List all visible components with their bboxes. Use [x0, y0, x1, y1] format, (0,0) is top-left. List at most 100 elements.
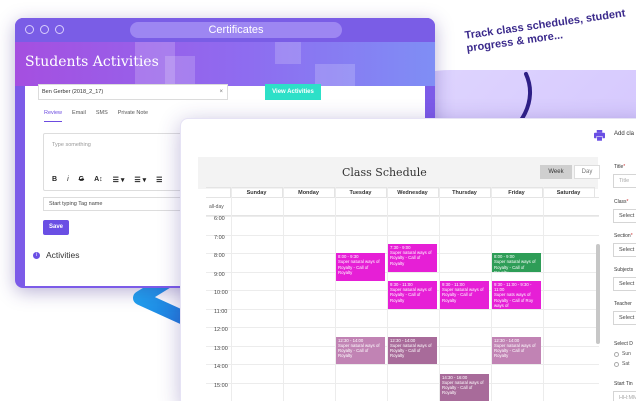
- class-label: Class*: [614, 199, 629, 205]
- title-bar: Certificates: [15, 18, 435, 42]
- hour-label: 15:00: [214, 382, 228, 389]
- student-select-value: Ben Gerber (2018_2_17): [42, 89, 104, 95]
- hour-row: 15:00: [206, 382, 599, 401]
- day-header-friday: Friday: [491, 187, 543, 197]
- event-title: Super natural ways of Royalty - Call of …: [494, 342, 536, 359]
- printer-icon[interactable]: [594, 130, 605, 141]
- hour-label: 9:00: [214, 271, 225, 278]
- italic-icon[interactable]: i: [67, 176, 69, 184]
- add-class-heading: Add cla: [614, 131, 635, 137]
- hour-label: 6:00: [214, 216, 225, 222]
- day-option-sat[interactable]: Sat: [614, 361, 630, 367]
- subjects-select[interactable]: Select: [613, 277, 636, 291]
- event-title: Super natural ways of Royalty - Call of …: [494, 259, 536, 271]
- schedule-event[interactable]: 12:30 - 14:00 Super natural ways of Royal…: [492, 336, 541, 365]
- hour-label: 11:00: [214, 308, 228, 315]
- ordered-list-icon[interactable]: ☰ ▾: [113, 176, 125, 184]
- activity-tabs: Review Email SMS Private Note: [44, 110, 148, 122]
- schedule-scrollbar[interactable]: [596, 244, 600, 344]
- select-days-label: Select D: [614, 341, 633, 347]
- text-size-icon[interactable]: A↕: [94, 176, 103, 184]
- hour-row: 11:00: [206, 308, 599, 327]
- hour-label: 8:00: [214, 253, 225, 259]
- students-header: Students Activities: [15, 42, 435, 86]
- radio-icon: [614, 361, 619, 367]
- day-header-saturday: Saturday: [543, 187, 595, 197]
- event-title: Super nats ways of Royalty - Call of Roy…: [494, 292, 534, 308]
- note-editor[interactable]: Type something B i G A↕ ☰ ▾ ☰ ▾ ☰: [43, 133, 193, 191]
- schedule-event[interactable]: 8:00 - 9:30 Super natural ways of Royalty…: [336, 253, 385, 281]
- schedule-event[interactable]: 12:30 - 14:00 Super natural ways of Royal…: [388, 336, 437, 365]
- tab-email[interactable]: Email: [72, 110, 86, 122]
- strikethrough-icon[interactable]: G: [79, 176, 84, 184]
- event-title: Super natural ways of Royalty - Call of …: [390, 342, 432, 359]
- start-time-input[interactable]: HH:MM: [613, 391, 636, 401]
- student-select[interactable]: Ben Gerber (2018_2_17) ×: [38, 84, 228, 100]
- editor-placeholder: Type something: [52, 142, 91, 148]
- event-title: Super natural ways of Royalty - Call of …: [390, 287, 432, 303]
- schedule-event[interactable]: 9:30 - 11:00 Super natural ways of Royalt…: [388, 281, 437, 309]
- schedule-event[interactable]: 7:30 - 9:00 Super natural ways of Royalty…: [388, 244, 437, 272]
- minimize-window-button[interactable]: [40, 25, 49, 34]
- section-select[interactable]: Select: [613, 243, 636, 257]
- hour-label: 13:00: [214, 345, 228, 352]
- hour-row: 14:00: [206, 364, 599, 382]
- view-activities-button[interactable]: View Activities: [265, 84, 321, 100]
- schedule-event[interactable]: 8:00 - 9:00 Super natural ways of Royalty…: [492, 253, 541, 272]
- schedule-title: Class Schedule: [342, 166, 427, 179]
- students-title: Students Activities: [25, 54, 159, 70]
- hour-label: 14:00: [214, 364, 228, 370]
- event-title: Super natural ways of Royalty - Call of …: [338, 342, 380, 359]
- window-title: Certificates: [130, 22, 342, 38]
- schedule-event[interactable]: 9:30 - 11:00 - 9:30 - 11:00 Super nats wa…: [492, 281, 541, 309]
- schedule-event[interactable]: 12:30 - 14:00 Super natural ways of Royal…: [336, 336, 385, 365]
- day-header-spacer: [206, 187, 231, 197]
- tab-review[interactable]: Review: [44, 110, 63, 122]
- allday-row: all-day: [206, 197, 599, 216]
- close-window-button[interactable]: [25, 25, 34, 34]
- day-header-wednesday: Wednesday: [387, 187, 439, 197]
- teachers-select[interactable]: Select: [613, 311, 636, 325]
- event-title: Super natural ways of Royalty - Call of …: [390, 250, 432, 266]
- unordered-list-icon[interactable]: ☰ ▾: [134, 176, 146, 184]
- bold-icon[interactable]: B: [52, 176, 57, 184]
- schedule-event[interactable]: 14:30 - 16:00 Super natural ways of Royal…: [440, 373, 489, 401]
- subjects-label: Subjects: [614, 267, 634, 273]
- day-view-button[interactable]: Day: [574, 165, 600, 179]
- info-icon: i: [33, 251, 40, 259]
- event-time: 9:30 - 11:00 - 9:30 - 11:00: [494, 282, 532, 293]
- event-title: Super natural ways of Royalty - Call of …: [442, 287, 484, 303]
- radio-icon: [614, 351, 619, 357]
- class-schedule-window: Class Schedule Week Day all-day Sunday Mo…: [180, 118, 636, 401]
- tag-input[interactable]: Start typing Tag name: [43, 197, 193, 211]
- start-time-label: Start Tin: [614, 381, 633, 387]
- day-option-sun[interactable]: Sun: [614, 351, 631, 357]
- align-icon[interactable]: ☰: [156, 176, 162, 184]
- editor-toolbar: B i G A↕ ☰ ▾ ☰ ▾ ☰: [52, 176, 162, 184]
- title-input[interactable]: Title: [613, 174, 636, 188]
- schedule-grid: all-day Sunday Monday Tuesday Wednesday Thur…: [206, 187, 599, 401]
- event-title: Super natural ways of Royalty - Call of …: [442, 379, 484, 396]
- class-select[interactable]: Select: [613, 209, 636, 223]
- hour-label: 10:00: [214, 290, 228, 296]
- day-header-sunday: Sunday: [231, 187, 283, 197]
- teachers-label: Teacher: [614, 301, 632, 307]
- hour-row: 6:00: [206, 216, 599, 234]
- day-header-monday: Monday: [283, 187, 335, 197]
- day-header-tuesday: Tuesday: [335, 187, 387, 197]
- day-header-thursday: Thursday: [439, 187, 491, 197]
- maximize-window-button[interactable]: [55, 25, 64, 34]
- clear-icon[interactable]: ×: [219, 85, 223, 99]
- save-button[interactable]: Save: [43, 220, 69, 235]
- schedule-event[interactable]: 9:30 - 11:00 Super natural ways of Royalt…: [440, 281, 489, 309]
- week-view-button[interactable]: Week: [540, 165, 572, 179]
- tab-private-note[interactable]: Private Note: [118, 110, 148, 122]
- hour-label: 12:00: [214, 327, 228, 333]
- allday-label: all-day: [209, 204, 224, 210]
- activities-label: Activities: [46, 250, 80, 260]
- event-title: Super natural ways of Royalty - Call of …: [338, 259, 380, 275]
- section-label: Section*: [614, 233, 633, 239]
- activities-section[interactable]: i Activities: [33, 250, 80, 260]
- tab-sms[interactable]: SMS: [96, 110, 108, 122]
- title-label: Title*: [614, 164, 626, 170]
